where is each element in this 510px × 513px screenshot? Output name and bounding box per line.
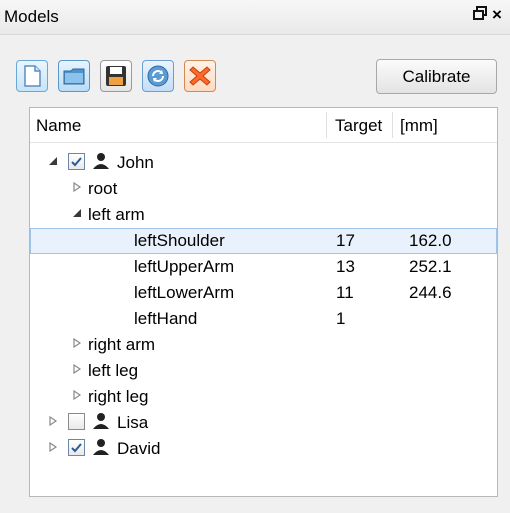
column-divider — [326, 112, 327, 138]
person-icon — [93, 413, 109, 429]
tree-row-left-upper-arm[interactable]: leftUpperArm 13 252.1 — [30, 254, 497, 280]
tree-row-john[interactable]: John — [30, 150, 497, 176]
collapsed-arrow-icon[interactable] — [47, 414, 59, 428]
person-icon — [93, 153, 109, 169]
checkbox-lisa[interactable] — [68, 413, 85, 430]
row-label: root — [88, 179, 118, 198]
collapsed-arrow-icon[interactable] — [47, 440, 59, 454]
row-label: left arm — [88, 205, 145, 224]
row-label: leftShoulder — [134, 231, 225, 250]
new-file-button[interactable] — [16, 60, 48, 92]
save-button[interactable] — [100, 60, 132, 92]
column-header-target[interactable]: Target — [335, 116, 382, 136]
target-value: 13 — [336, 257, 355, 276]
target-value: 1 — [336, 309, 346, 328]
mm-value: 244.6 — [409, 283, 452, 302]
collapsed-arrow-icon[interactable] — [71, 388, 83, 402]
restore-icon[interactable] — [472, 5, 488, 26]
expanded-arrow-icon[interactable] — [47, 154, 59, 168]
row-label: John — [117, 153, 154, 172]
checkbox-david[interactable] — [68, 439, 85, 456]
collapsed-arrow-icon[interactable] — [71, 336, 83, 350]
new-file-icon — [24, 65, 41, 87]
calibrate-button[interactable]: Calibrate — [376, 59, 497, 94]
check-mark-icon — [71, 157, 82, 167]
open-folder-icon — [63, 68, 85, 85]
tree-row-right-arm[interactable]: right arm — [30, 332, 497, 358]
tree-header: Name Target [mm] — [30, 108, 497, 143]
target-value: 17 — [336, 231, 355, 250]
tree-row-david[interactable]: David — [30, 436, 497, 462]
tree-row-root[interactable]: root — [30, 176, 497, 202]
collapsed-arrow-icon[interactable] — [71, 180, 83, 194]
tree-row-left-hand[interactable]: leftHand 1 — [30, 306, 497, 332]
tree-row-left-arm[interactable]: left arm — [30, 202, 497, 228]
row-label: leftUpperArm — [134, 257, 235, 276]
column-header-mm[interactable]: [mm] — [400, 116, 438, 136]
row-label: left leg — [88, 361, 139, 380]
collapsed-arrow-icon[interactable] — [71, 362, 83, 376]
refresh-button[interactable] — [142, 60, 174, 92]
tree-row-left-lower-arm[interactable]: leftLowerArm 11 244.6 — [30, 280, 497, 306]
tree-row-left-leg[interactable]: left leg — [30, 358, 497, 384]
tree-row-right-leg[interactable]: right leg — [30, 384, 497, 410]
target-value: 11 — [336, 283, 354, 302]
models-tree[interactable]: Name Target [mm] John root left arm left… — [29, 107, 498, 497]
close-icon[interactable]: × — [492, 5, 502, 25]
row-label: Lisa — [117, 413, 149, 432]
save-disk-icon — [106, 66, 126, 86]
expanded-arrow-icon[interactable] — [71, 206, 83, 220]
panel-titlebar: Models × — [0, 0, 510, 35]
person-icon — [93, 439, 109, 455]
refresh-icon — [147, 65, 169, 87]
checkbox-john[interactable] — [68, 153, 85, 170]
mm-value: 162.0 — [409, 231, 452, 250]
check-mark-icon — [71, 443, 82, 453]
row-label: leftLowerArm — [134, 283, 235, 302]
delete-icon — [189, 66, 211, 86]
row-label: leftHand — [134, 309, 198, 328]
row-label: right leg — [88, 387, 149, 406]
row-label: right arm — [88, 335, 156, 354]
tree-row-left-shoulder[interactable]: leftShoulder 17 162.0 — [30, 228, 497, 254]
tree-row-lisa[interactable]: Lisa — [30, 410, 497, 436]
delete-button[interactable] — [184, 60, 216, 92]
column-divider — [392, 112, 393, 138]
mm-value: 252.1 — [409, 257, 452, 276]
column-header-name[interactable]: Name — [36, 116, 81, 136]
panel-title: Models — [4, 7, 59, 26]
open-folder-button[interactable] — [58, 60, 90, 92]
row-label: David — [117, 439, 161, 458]
